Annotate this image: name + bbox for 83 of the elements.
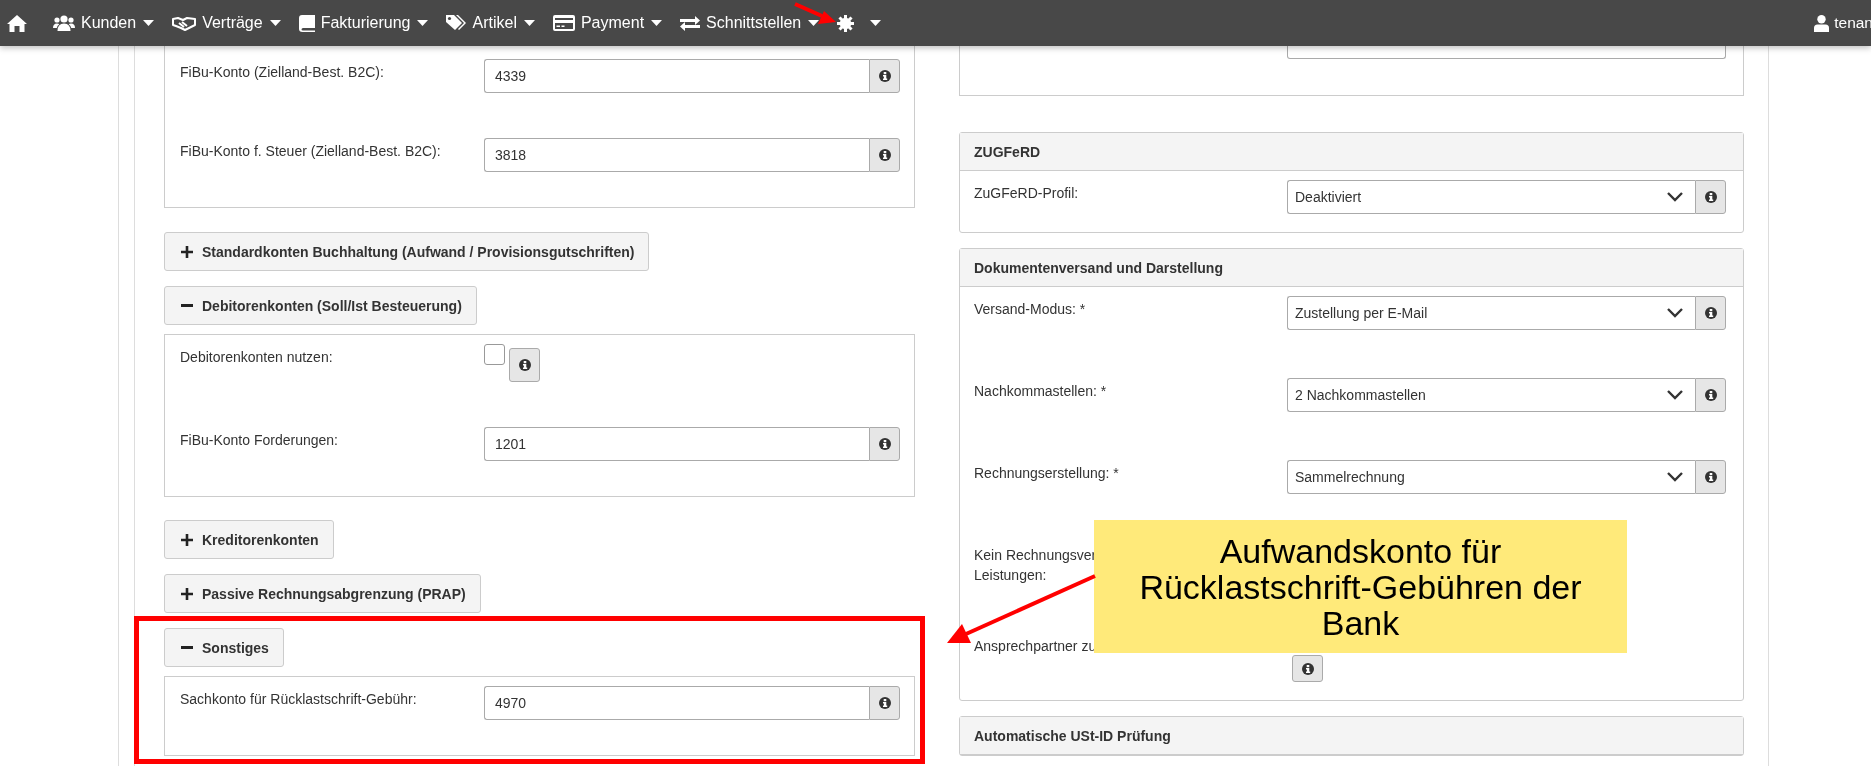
nav-menu-item[interactable]: Artikel [446, 14, 535, 32]
chevron-down-icon [1667, 472, 1683, 482]
info-icon [1301, 662, 1314, 675]
plus-icon [181, 587, 193, 600]
section-toggle[interactable]: Debitorenkonten (Soll/Ist Besteuerung) [164, 286, 477, 325]
caret-icon [417, 20, 429, 26]
nav-menu-item[interactable]: Payment [552, 14, 663, 32]
field-label: Leistungen: [974, 566, 1047, 585]
nav-menu-item[interactable]: Kunden [53, 14, 155, 32]
field-label: FiBu-Konto f. Steuer (Zielland-Best. B2C): [180, 142, 441, 161]
info-button[interactable] [869, 427, 900, 461]
section-toggle[interactable]: Sonstiges [164, 628, 284, 667]
info-button[interactable] [509, 348, 540, 382]
caret-icon [808, 20, 820, 26]
card-title: ZUGFeRD [974, 143, 1041, 160]
nav-menu-item[interactable]: Verträge [172, 14, 281, 32]
handshake-icon [172, 15, 197, 31]
book-icon [298, 14, 315, 32]
info-icon [878, 70, 891, 82]
info-button[interactable] [1695, 460, 1726, 494]
input-field[interactable]: 4970 [484, 686, 869, 720]
field-label: ZuGFeRD-Profil: [974, 184, 1079, 203]
checkbox[interactable] [484, 344, 505, 365]
input-field[interactable]: 3818 [484, 138, 869, 172]
card-title: Automatische USt-ID Prüfung [974, 727, 1171, 744]
plus-icon [181, 533, 193, 546]
section-toggle[interactable]: Kreditorenkonten [164, 520, 334, 559]
field-label: Kein Rechnungsver [974, 546, 1097, 565]
credit-card-icon [552, 15, 575, 31]
input-field[interactable] [1287, 46, 1726, 59]
input-field[interactable]: 4339 [484, 59, 869, 93]
info-button[interactable] [1292, 655, 1323, 682]
user-icon [1814, 14, 1830, 32]
settings-menu[interactable] [837, 14, 882, 32]
caret-icon [143, 20, 155, 26]
home-link[interactable] [7, 14, 27, 32]
chevron-down-icon [1667, 308, 1683, 318]
info-icon [878, 149, 891, 161]
field-label: Debitorenkonten nutzen: [180, 348, 333, 367]
home-icon [7, 14, 27, 32]
minus-icon [181, 304, 193, 307]
plus-icon [181, 245, 193, 258]
chevron-down-icon [1667, 192, 1683, 202]
caret-icon [523, 20, 535, 26]
info-button[interactable] [1695, 378, 1726, 412]
field-label: Nachkommastellen: * [974, 382, 1107, 401]
info-button[interactable] [869, 686, 900, 720]
minus-icon [181, 646, 193, 649]
info-button[interactable] [1695, 180, 1726, 214]
info-button[interactable] [869, 138, 900, 172]
caret-icon [870, 20, 882, 26]
users-icon [53, 15, 75, 31]
nav-menu-item[interactable]: Schnittstellen [680, 14, 820, 32]
info-button[interactable] [1695, 296, 1726, 330]
field-label: Versand-Modus: * [974, 300, 1086, 319]
info-icon [518, 359, 531, 371]
section-toggle[interactable]: Passive Rechnungsabgrenzung (PRAP) [164, 574, 481, 613]
settings-icon [837, 14, 855, 32]
info-button[interactable] [869, 59, 900, 93]
chevron-down-icon [1667, 390, 1683, 400]
input-field[interactable]: 1201 [484, 427, 869, 461]
section-toggle[interactable]: Standardkonten Buchhaltung (Aufwand / Provisionsgutschriften) [164, 232, 650, 271]
info-icon [1704, 191, 1717, 203]
select-field[interactable]: 2 Nachkommastellen [1287, 378, 1695, 412]
select-field[interactable]: Zustellung per E-Mail [1287, 296, 1695, 330]
field-label: Rechnungserstellung: * [974, 464, 1119, 483]
info-icon [878, 697, 891, 709]
select-field[interactable]: Deaktiviert [1287, 180, 1695, 214]
caret-icon [651, 20, 663, 26]
exchange-icon [680, 15, 701, 31]
caret-icon [269, 20, 281, 26]
info-icon [1704, 471, 1717, 483]
info-icon [1704, 307, 1717, 319]
field-label: FiBu-Konto (Zielland-Best. B2C): [180, 63, 384, 82]
card-title: Dokumentenversand und Darstellung [974, 259, 1223, 276]
info-icon [878, 438, 891, 450]
nav-menu-item[interactable]: Fakturierung [298, 14, 429, 32]
field-label: FiBu-Konto Forderungen: [180, 431, 338, 450]
tag-icon [446, 14, 467, 32]
select-field[interactable]: Sammelrechnung [1287, 460, 1695, 494]
info-icon [1704, 389, 1717, 401]
field-label: Sachkonto für Rücklastschrift-Gebühr: [180, 690, 417, 709]
callout-note: Aufwandskonto für Rücklastschrift-Gebühren der Bank [1094, 520, 1627, 653]
